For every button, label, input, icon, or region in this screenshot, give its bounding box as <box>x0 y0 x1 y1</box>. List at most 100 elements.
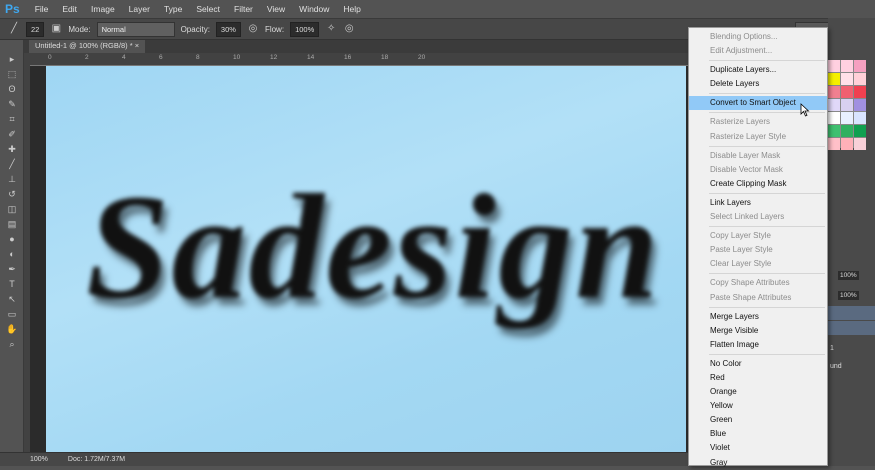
lasso-tool-icon[interactable]: ʘ <box>0 82 24 97</box>
swatch[interactable] <box>828 112 840 124</box>
swatch[interactable] <box>854 138 866 150</box>
swatch[interactable] <box>828 138 840 150</box>
layer-fill-input[interactable]: 100% <box>838 291 859 300</box>
menu-item-yellow[interactable]: Yellow <box>689 399 827 413</box>
swatch[interactable] <box>828 125 840 137</box>
swatch[interactable] <box>854 99 866 111</box>
layer-opacity-input[interactable]: 100% <box>838 271 859 280</box>
marquee-tool-icon[interactable]: ⬚ <box>0 67 24 82</box>
layer-row[interactable] <box>828 321 875 335</box>
swatch[interactable] <box>854 73 866 85</box>
menu-type[interactable]: Type <box>157 4 189 14</box>
close-tab-icon[interactable]: × <box>135 41 139 50</box>
pressure-size-icon[interactable]: ◎ <box>343 23 355 35</box>
swatch[interactable] <box>828 60 840 72</box>
ruler-tick: 4 <box>122 54 126 61</box>
menu-item-merge-visible[interactable]: Merge Visible <box>689 324 827 338</box>
menu-file[interactable]: File <box>28 4 56 14</box>
layer-name[interactable]: und <box>830 363 842 370</box>
menu-edit[interactable]: Edit <box>55 4 84 14</box>
eyedropper-tool-icon[interactable]: ✐ <box>0 127 24 142</box>
gradient-tool-icon[interactable]: ▤ <box>0 217 24 232</box>
hand-tool-icon[interactable]: ✋ <box>0 322 24 337</box>
ruler-tick: 18 <box>381 54 389 61</box>
menu-filter[interactable]: Filter <box>227 4 260 14</box>
rectangle-tool-icon[interactable]: ▭ <box>0 307 24 322</box>
blur-tool-icon[interactable]: ● <box>0 232 24 247</box>
opacity-input[interactable]: 30% <box>215 21 241 37</box>
menu-image[interactable]: Image <box>84 4 122 14</box>
mouse-cursor-icon <box>800 103 810 117</box>
menu-item-orange[interactable]: Orange <box>689 385 827 399</box>
swatch[interactable] <box>854 125 866 137</box>
mode-select[interactable]: Normal <box>96 21 175 37</box>
path-select-tool-icon[interactable]: ↖ <box>0 292 24 307</box>
document-tab[interactable]: Untitled-1 @ 100% (RGB/8) * × <box>29 40 146 53</box>
document-canvas[interactable]: Sadesign <box>46 66 686 452</box>
swatch[interactable] <box>854 112 866 124</box>
eraser-tool-icon[interactable]: ◫ <box>0 202 24 217</box>
photoshop-logo: Ps <box>5 2 20 16</box>
airbrush-icon[interactable]: ✧ <box>325 23 337 35</box>
menu-separator <box>709 273 825 275</box>
menu-item-green[interactable]: Green <box>689 413 827 427</box>
menu-item-duplicate-layers[interactable]: Duplicate Layers... <box>689 63 827 77</box>
swatch[interactable] <box>841 138 853 150</box>
menu-item-clear-layer-style: Clear Layer Style <box>710 259 772 269</box>
artwork-text: Sadesign <box>86 164 661 330</box>
menu-item-merge-layers[interactable]: Merge Layers <box>689 310 827 324</box>
healing-tool-icon[interactable]: ✚ <box>0 142 24 157</box>
quick-select-tool-icon[interactable]: ✎ <box>0 97 24 112</box>
pressure-opacity-icon[interactable]: ◎ <box>247 23 259 35</box>
menu-window[interactable]: Window <box>292 4 336 14</box>
menu-item-gray[interactable]: Gray <box>689 456 827 470</box>
brush-size-picker[interactable]: 22 <box>26 21 45 37</box>
history-brush-tool-icon[interactable]: ↺ <box>0 187 24 202</box>
layer-row[interactable] <box>828 306 875 320</box>
menu-item-create-clipping-mask[interactable]: Create Clipping Mask <box>689 177 827 191</box>
horizontal-ruler: 0 2 4 6 8 10 12 14 16 18 20 <box>30 53 688 66</box>
zoom-level[interactable]: 100% <box>30 456 48 463</box>
brush-tool-icon[interactable]: ╱ <box>8 23 20 35</box>
swatch[interactable] <box>841 112 853 124</box>
menu-item-red[interactable]: Red <box>689 371 827 385</box>
swatch[interactable] <box>841 86 853 98</box>
status-bar: 100% Doc: 1.72M/7.37M <box>0 452 688 466</box>
crop-tool-icon[interactable]: ⌗ <box>0 112 24 127</box>
menu-select[interactable]: Select <box>189 4 227 14</box>
ruler-tick: 0 <box>48 54 52 61</box>
menu-help[interactable]: Help <box>336 4 367 14</box>
menu-item-delete-layers[interactable]: Delete Layers <box>689 77 827 91</box>
clone-stamp-tool-icon[interactable]: ⊥ <box>0 172 24 187</box>
menu-item-link-layers[interactable]: Link Layers <box>689 196 827 210</box>
menu-item-blue[interactable]: Blue <box>689 427 827 441</box>
menu-item-no-color[interactable]: No Color <box>689 357 827 371</box>
menu-item-flatten-image[interactable]: Flatten Image <box>689 338 827 352</box>
swatch[interactable] <box>854 86 866 98</box>
brush-tool-icon[interactable]: ╱ <box>0 157 24 172</box>
menu-item-violet[interactable]: Violet <box>689 441 827 455</box>
pen-tool-icon[interactable]: ✒ <box>0 262 24 277</box>
swatch[interactable] <box>828 73 840 85</box>
menu-item-paste-layer-style: Paste Layer Style <box>710 245 773 255</box>
swatches-panel <box>828 60 866 150</box>
type-tool-icon[interactable]: T <box>0 277 24 292</box>
brush-panel-icon[interactable]: ▣ <box>50 23 62 35</box>
flow-input[interactable]: 100% <box>290 21 320 37</box>
swatch[interactable] <box>828 99 840 111</box>
menu-layer[interactable]: Layer <box>122 4 157 14</box>
layer-name[interactable]: 1 <box>830 345 834 352</box>
menu-item-blending-options: Blending Options... <box>710 32 778 41</box>
swatch[interactable] <box>841 73 853 85</box>
swatch[interactable] <box>841 125 853 137</box>
move-tool-icon[interactable]: ▸ <box>0 52 24 67</box>
swatch[interactable] <box>828 86 840 98</box>
menu-view[interactable]: View <box>260 4 292 14</box>
swatch[interactable] <box>854 60 866 72</box>
swatch[interactable] <box>841 99 853 111</box>
zoom-tool-icon[interactable]: ⌕ <box>0 337 24 352</box>
menu-item-disable-vector-mask: Disable Vector Mask <box>710 164 783 174</box>
swatch[interactable] <box>841 60 853 72</box>
dodge-tool-icon[interactable]: ◐ <box>0 247 24 262</box>
menu-separator <box>709 353 825 355</box>
